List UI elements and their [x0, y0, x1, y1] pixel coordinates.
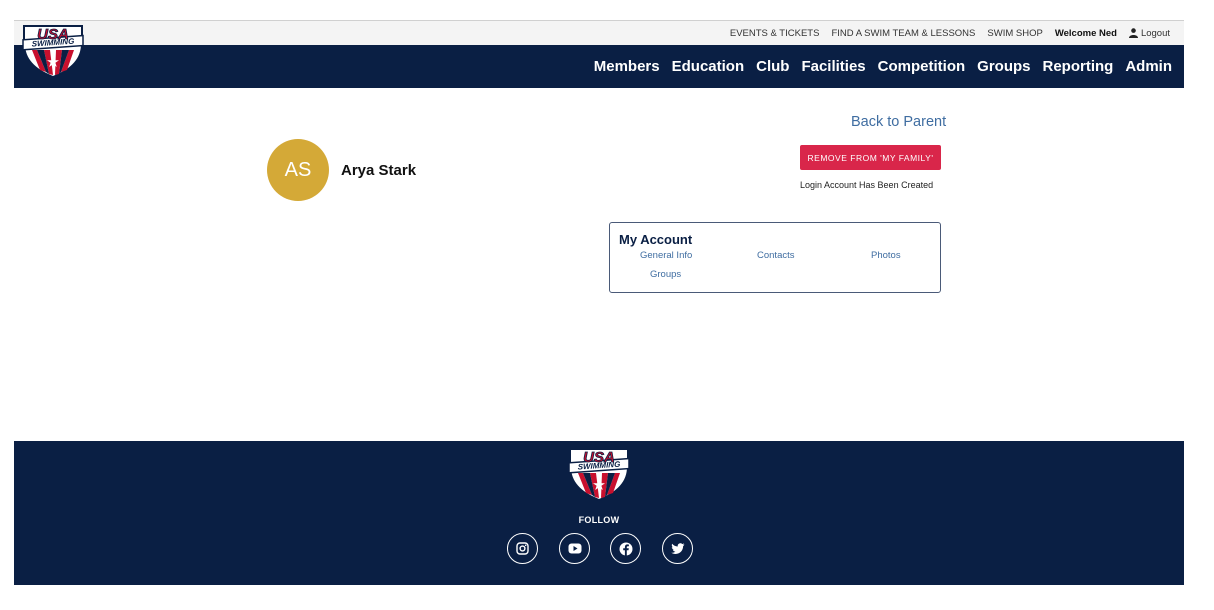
youtube-icon — [568, 543, 581, 554]
photos-link[interactable]: Photos — [871, 250, 901, 261]
usa-swimming-logo[interactable]: SWIMMING USA — [20, 24, 86, 78]
back-to-parent-link[interactable]: Back to Parent — [851, 114, 946, 130]
facebook-icon — [619, 542, 632, 555]
welcome-user: Welcome Ned — [1054, 27, 1117, 39]
instagram-link[interactable] — [507, 533, 538, 564]
groups-link[interactable]: Groups — [650, 269, 681, 280]
nav-reporting[interactable]: Reporting — [1043, 58, 1114, 75]
find-swim-team-link[interactable]: FIND A SWIM TEAM & LESSONS — [831, 28, 975, 39]
events-tickets-link[interactable]: EVENTS & TICKETS — [730, 28, 820, 39]
instagram-icon — [516, 542, 529, 555]
follow-label: FOLLOW — [578, 515, 620, 525]
youtube-link[interactable] — [559, 533, 590, 564]
nav-education[interactable]: Education — [672, 58, 745, 75]
contacts-link[interactable]: Contacts — [757, 250, 795, 261]
swim-shop-link[interactable]: SWIM SHOP — [987, 28, 1042, 39]
twitter-icon — [670, 542, 684, 554]
nav-club[interactable]: Club — [756, 58, 789, 75]
remove-from-family-button[interactable]: REMOVE FROM 'MY FAMILY' — [800, 145, 941, 170]
footer-usa-swimming-logo[interactable]: SWIMMING USA — [565, 447, 633, 501]
avatar: AS — [267, 139, 329, 201]
logout-link[interactable]: Logout — [1128, 27, 1170, 39]
utility-bar: EVENTS & TICKETS FIND A SWIM TEAM & LESS… — [14, 21, 1184, 45]
main-menu: Members Education Club Facilities Compet… — [594, 45, 1172, 88]
footer-logo-text-top: USA — [583, 449, 615, 466]
twitter-link[interactable] — [662, 533, 693, 564]
nav-facilities[interactable]: Facilities — [801, 58, 865, 75]
utility-links: EVENTS & TICKETS FIND A SWIM TEAM & LESS… — [730, 21, 1170, 45]
nav-competition[interactable]: Competition — [878, 58, 966, 75]
login-status-text: Login Account Has Been Created — [800, 180, 934, 190]
nav-members[interactable]: Members — [594, 58, 660, 75]
main-nav: Members Education Club Facilities Compet… — [14, 45, 1184, 88]
footer: SWIMMING USA FOLLOW — [14, 441, 1184, 585]
general-info-link[interactable]: General Info — [640, 250, 692, 261]
nav-admin[interactable]: Admin — [1125, 58, 1172, 75]
logout-label: Logout — [1140, 27, 1170, 39]
facebook-link[interactable] — [610, 533, 641, 564]
nav-groups[interactable]: Groups — [977, 58, 1030, 75]
user-icon — [1128, 28, 1138, 38]
my-account-card: My Account General Info Contacts Photos … — [609, 222, 941, 293]
my-account-title: My Account — [619, 232, 693, 247]
member-name: Arya Stark — [341, 162, 417, 179]
logo-text-top: USA — [37, 26, 69, 43]
